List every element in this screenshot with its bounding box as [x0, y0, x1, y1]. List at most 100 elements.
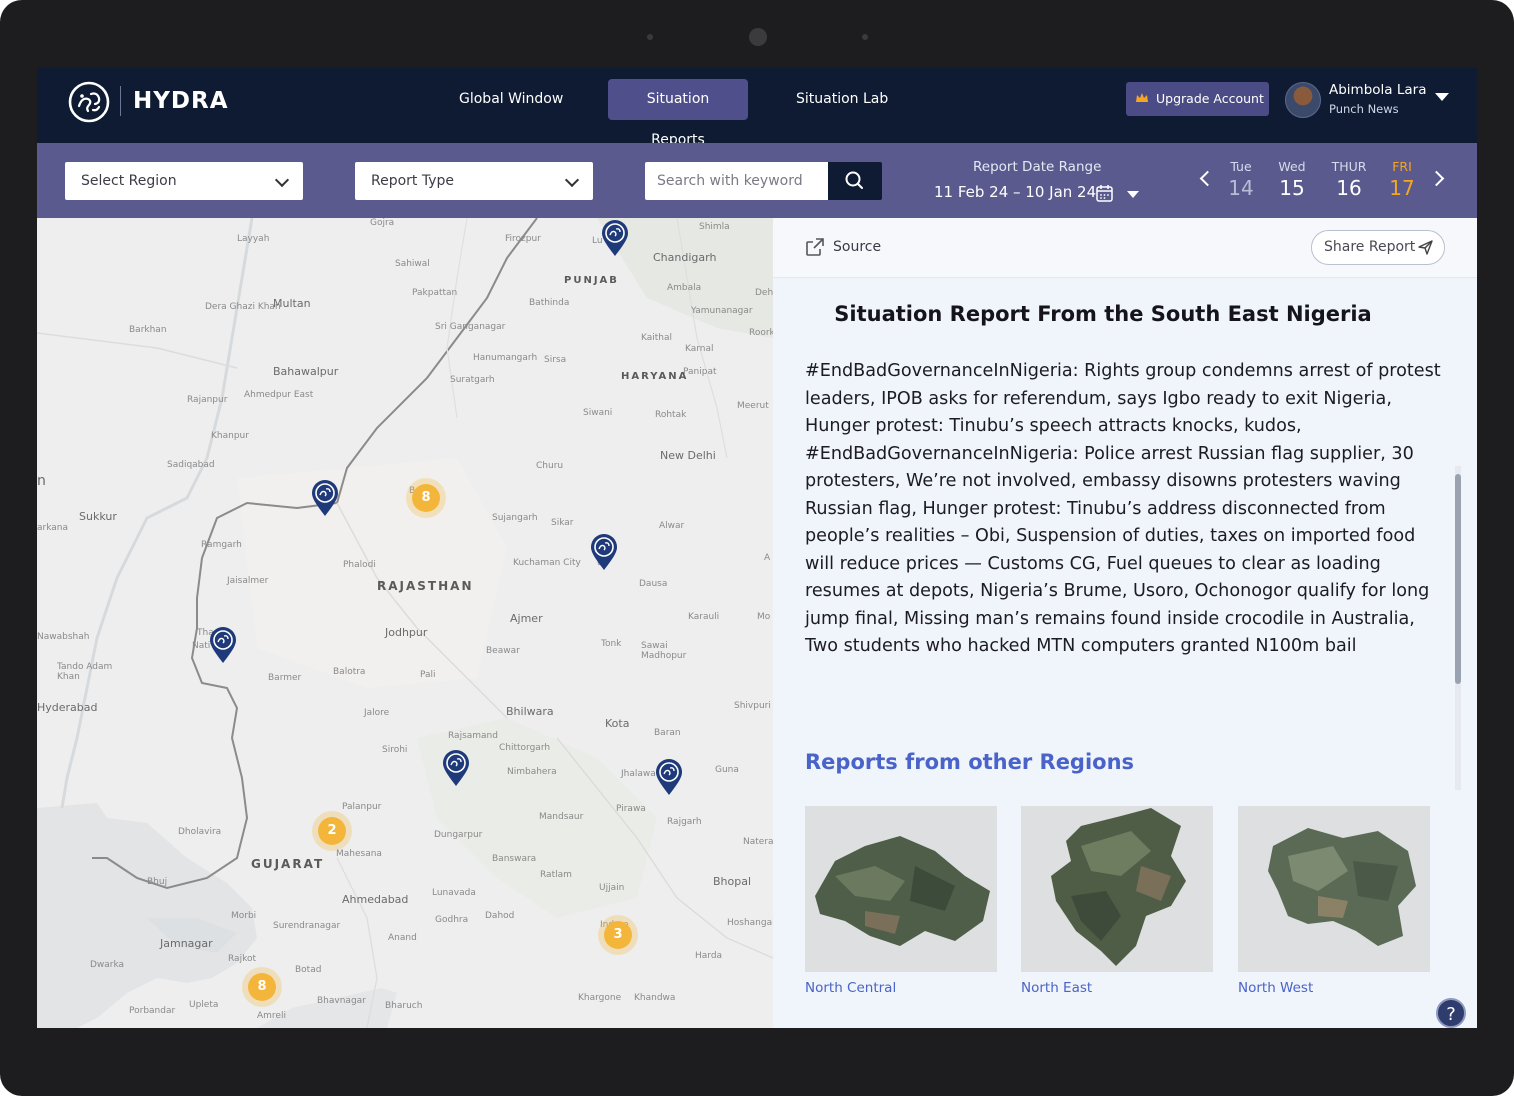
map-label: Banswara [492, 854, 537, 864]
date-range-caret-icon[interactable] [1127, 191, 1139, 198]
day-fri-selected[interactable]: FRI 17 [1377, 159, 1427, 200]
map-label: A [764, 553, 771, 563]
date-range-value[interactable]: 11 Feb 24 – 10 Jan 24 [934, 183, 1096, 201]
map-label: Lunavada [432, 888, 476, 898]
upgrade-label: Upgrade Account [1156, 91, 1264, 106]
help-button[interactable]: ? [1436, 998, 1466, 1028]
map-label: Sujangarh [492, 513, 538, 523]
external-link-icon[interactable] [805, 237, 825, 257]
map-label: Sikar [551, 518, 574, 528]
report-pin-icon[interactable] [442, 749, 470, 787]
report-pin-icon[interactable] [601, 219, 629, 257]
map-label: Hoshangab [727, 918, 773, 928]
report-body: #EndBadGovernanceInNigeria: Rights group… [805, 361, 1441, 656]
map-label: Kuchaman City [513, 558, 581, 568]
nav-situation-lab[interactable]: Situation Lab [783, 79, 901, 120]
report-cluster[interactable]: 8 [248, 973, 276, 1001]
map-label: Meerut [737, 401, 769, 411]
map-label: Guna [715, 765, 739, 775]
map-label: GUJARAT [251, 857, 325, 871]
situation-map[interactable]: Gojra Firozpur Lu na Shimla Layyah Sahiw… [37, 218, 773, 1028]
scrollbar-thumb[interactable] [1455, 474, 1461, 684]
map-label: Bhopal [713, 875, 752, 888]
sensor-dot [647, 34, 653, 40]
user-avatar[interactable] [1285, 82, 1321, 118]
source-link[interactable]: Source [833, 239, 881, 255]
report-cluster[interactable]: 8 [412, 484, 440, 512]
map-label: Mo [757, 612, 771, 622]
region-name[interactable]: North East [1021, 980, 1213, 996]
map-label: Ramgarh [201, 540, 242, 550]
report-pin-icon[interactable] [209, 626, 237, 664]
report-pin-icon[interactable] [590, 533, 618, 571]
map-label: Dera Ghazi Khan [205, 302, 281, 312]
map-label: Jamnagar [160, 937, 213, 950]
map-label: Churu [536, 461, 564, 471]
report-scrollbar[interactable] [1455, 466, 1461, 790]
previous-day-arrow-icon[interactable] [1199, 170, 1216, 187]
region-name[interactable]: North Central [805, 980, 997, 996]
report-type-dropdown[interactable]: Report Type [355, 162, 593, 200]
map-label: n [37, 473, 46, 489]
map-label: Upleta [189, 1000, 219, 1010]
day-tue[interactable]: Tue 14 [1216, 159, 1266, 200]
next-day-arrow-icon[interactable] [1428, 170, 1445, 187]
map-label: Multan [273, 297, 311, 310]
chevron-down-icon [274, 172, 290, 188]
user-menu-caret-icon[interactable] [1435, 93, 1449, 101]
day-number: 17 [1389, 176, 1415, 200]
map-label: Suratgarh [450, 375, 495, 385]
report-title: Situation Report From the South East Nig… [834, 302, 1372, 326]
map-label: Ajmer [510, 612, 543, 625]
map-label: Siwani [583, 408, 613, 418]
map-label: Surendranagar [273, 921, 341, 931]
map-label: Mahesana [336, 849, 382, 859]
brand-name: HYDRA [133, 88, 229, 114]
map-label: Khanpur [211, 431, 249, 441]
keyword-search-input[interactable]: Search with keyword [645, 162, 828, 200]
report-cluster[interactable]: 3 [604, 921, 632, 949]
map-label: Ambala [667, 283, 702, 293]
region-name[interactable]: North West [1238, 980, 1430, 996]
map-label: Rajgarh [667, 817, 702, 827]
region-card-north-central[interactable]: North Central [805, 806, 997, 996]
share-report-button[interactable]: Share Report [1311, 230, 1445, 265]
map-label: Jhalawa [621, 769, 656, 779]
day-name: Tue [1230, 159, 1252, 174]
search-button[interactable] [828, 162, 882, 200]
region-card-north-east[interactable]: North East [1021, 806, 1213, 996]
map-label: Balotra [333, 667, 366, 677]
map-label: Rajanpur [187, 395, 228, 405]
map-label: Harda [695, 951, 723, 961]
nav-situation-reports[interactable]: Situation Reports [608, 79, 748, 148]
nav-global-window[interactable]: Global Window [446, 79, 576, 120]
user-organization: Punch News [1329, 102, 1399, 116]
region-card-north-west[interactable]: North West [1238, 806, 1430, 996]
map-label: Naterar [743, 837, 773, 847]
report-cluster[interactable]: 2 [318, 817, 346, 845]
map-label: Roork [749, 328, 773, 338]
report-pin-icon[interactable] [311, 479, 339, 517]
calendar-icon[interactable] [1096, 184, 1113, 202]
map-label: Shivpuri [734, 701, 771, 711]
map-label: Anand [388, 933, 417, 943]
select-region-dropdown[interactable]: Select Region [65, 162, 303, 200]
map-label: Jaisalmer [227, 576, 269, 586]
filter-bar: Select Region Report Type Search with ke… [37, 143, 1477, 218]
map-label: Morbi [231, 911, 257, 921]
map-label: Deh [755, 288, 773, 298]
map-label: Ujjain [599, 883, 625, 893]
send-icon [1418, 240, 1433, 255]
day-wed[interactable]: Wed 15 [1267, 159, 1317, 200]
search-icon [845, 171, 863, 189]
map-label: Firozpur [505, 234, 541, 244]
map-label: Kota [605, 717, 630, 730]
day-number: 16 [1336, 176, 1362, 200]
report-pin-icon[interactable] [655, 758, 683, 796]
map-label: Yamunanagar [691, 306, 753, 316]
map-label: Dwarka [90, 960, 125, 970]
upgrade-account-button[interactable]: Upgrade Account [1126, 82, 1269, 116]
map-label: Ahmedpur East [244, 390, 314, 400]
day-thur[interactable]: THUR 16 [1324, 159, 1374, 200]
map-label: Rajkot [228, 954, 256, 964]
